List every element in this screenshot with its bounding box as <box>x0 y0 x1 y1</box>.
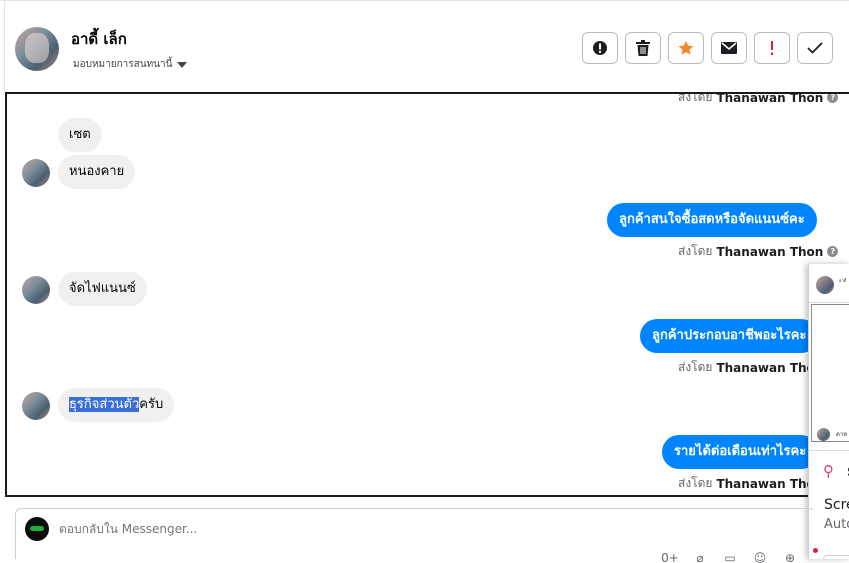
star-icon <box>678 40 694 55</box>
attachment-icon[interactable]: ⌀ <box>691 551 709 563</box>
message-bubble-outgoing[interactable]: ลูกค้าประกอบอาชีพอะไรคะ <box>640 319 819 353</box>
sent-by-prefix: ส่งโดย <box>678 360 713 374</box>
sent-by-label: ส่งโดย Thanawan Thon <box>678 474 823 493</box>
page-avatar <box>25 517 49 541</box>
saved-replies-icon[interactable]: 0+ <box>661 551 679 563</box>
sender-avatar <box>22 392 50 420</box>
mark-done-button[interactable] <box>797 32 833 64</box>
message-thread[interactable]: ส่งโดย Thanawan Thon ? เซต หนองคาย ลูกค้… <box>5 92 849 497</box>
assign-conversation-label: มอบหมายการสนทนานี้ <box>73 59 173 70</box>
sender-avatar <box>22 159 50 187</box>
image-icon[interactable]: ▭ <box>721 551 739 563</box>
popup-card-line2: Auto <box>824 517 849 532</box>
popup-avatar <box>816 276 834 294</box>
trash-icon <box>636 40 650 56</box>
popup-header-text: อาดี้ <box>839 278 847 283</box>
reply-composer: 0+ ⌀ ▭ ☺ ⊕ <box>15 508 815 563</box>
sent-by-prefix: ส่งโดย <box>678 244 713 258</box>
help-icon[interactable]: ? <box>827 246 839 257</box>
message-bubble-incoming[interactable]: ธุรกิจส่วนตัวครับ <box>58 388 175 422</box>
sent-by-label: ส่งโดย Thanawan Thon <box>678 358 823 377</box>
contact-avatar[interactable] <box>15 27 59 71</box>
conversation-actions <box>582 32 833 64</box>
popup-footer-text: ดาห <box>836 431 848 438</box>
message-bubble-outgoing[interactable]: รายได้ต่อเดือนเท่าไรคะ <box>662 435 819 469</box>
link-icon: ⚲ <box>823 462 834 480</box>
help-icon[interactable]: ? <box>827 94 839 103</box>
envelope-icon <box>721 42 737 54</box>
message-text: ครับ <box>139 397 164 412</box>
popup-preview <box>811 304 849 442</box>
report-spam-button[interactable] <box>582 32 618 64</box>
notification-dot <box>813 548 818 553</box>
selected-text[interactable]: ธุรกิจส่วนตัว <box>69 397 140 412</box>
message-bubble-outgoing[interactable]: ลูกค้าสนใจซื้อสดหรือจัดแนนซ์คะ <box>607 203 817 237</box>
conversation-header: อาดี้ เล็ก มอบหมายการสนทนานี้ <box>0 0 849 92</box>
sender-avatar <box>22 276 50 304</box>
exclamation-icon <box>771 41 773 55</box>
message-bubble-incoming[interactable]: จัดไฟแนนซ์ <box>58 272 147 306</box>
popup-footer-avatar <box>817 428 830 441</box>
more-icon[interactable]: ⊕ <box>781 551 799 563</box>
mark-unread-button[interactable] <box>711 32 747 64</box>
sender-name: Thanawan Thon <box>716 244 824 259</box>
sender-name: Thanawan Thon <box>716 92 824 105</box>
popup-card-line1: Scre <box>824 497 849 513</box>
sent-by-label: ส่งโดย Thanawan Thon ? <box>678 242 839 261</box>
caret-down-icon <box>177 61 188 68</box>
assign-conversation-dropdown[interactable]: มอบหมายการสนทนานี้ <box>73 57 188 72</box>
popup-card-button[interactable] <box>823 555 849 559</box>
emoji-icon[interactable]: ☺ <box>751 551 769 563</box>
message-bubble-incoming[interactable]: เซต <box>58 118 102 152</box>
star-button[interactable] <box>668 32 704 64</box>
delete-button[interactable] <box>625 32 661 64</box>
exclamation-circle-icon <box>593 41 607 55</box>
reply-input[interactable] <box>59 522 659 536</box>
popup-card[interactable]: ⚲ S Scre Auto <box>809 450 849 559</box>
popup-header[interactable]: อาดี้ <box>809 264 849 303</box>
sent-by-prefix: ส่งโดย <box>678 92 713 104</box>
inbox-conversation-view: อาดี้ เล็ก มอบหมายการสนทนานี้ ส่งโดย Tha… <box>0 0 849 563</box>
check-icon <box>807 42 823 54</box>
sent-by-label: ส่งโดย Thanawan Thon ? <box>678 92 839 107</box>
message-bubble-incoming[interactable]: หนองคาย <box>58 155 136 189</box>
contact-name[interactable]: อาดี้ เล็ก <box>71 27 127 51</box>
flag-important-button[interactable] <box>754 32 790 64</box>
sent-by-prefix: ส่งโดย <box>678 476 713 490</box>
composer-tools: 0+ ⌀ ▭ ☺ ⊕ <box>661 551 799 563</box>
